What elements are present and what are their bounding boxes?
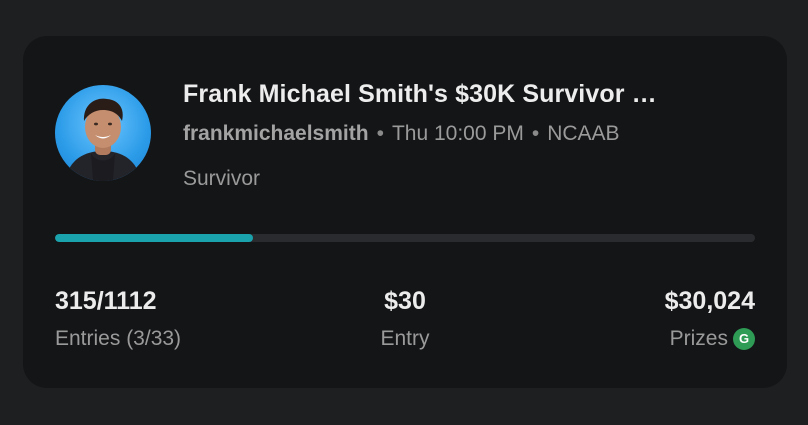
entries-progress-fill: [55, 234, 254, 242]
contest-meta-line: frankmichaelsmith • Thu 10:00 PM • NCAAB: [183, 122, 620, 146]
contest-league: NCAAB: [547, 122, 620, 145]
prizes-value: $30,024: [664, 287, 755, 315]
entries-value: 315/1112: [55, 287, 157, 315]
prizes-stat: $30,024 Prizes G: [665, 286, 755, 352]
meta-separator: •: [376, 122, 384, 145]
entries-label: Entries (3/33): [55, 327, 182, 350]
person-avatar-icon: [65, 98, 141, 181]
entry-fee-stat: $30 Entry: [305, 286, 505, 352]
entries-progress-bar: [55, 234, 755, 242]
prizes-label-row: Prizes G: [665, 326, 755, 352]
guaranteed-badge-icon[interactable]: G: [733, 328, 755, 350]
entry-fee-label: Entry: [380, 327, 430, 350]
host-avatar[interactable]: [55, 85, 151, 181]
host-username[interactable]: frankmichaelsmith: [183, 122, 369, 145]
contest-start-time: Thu 10:00 PM: [391, 122, 524, 145]
contest-format: Survivor: [183, 167, 261, 190]
contest-title[interactable]: Frank Michael Smith's $30K Survivor …: [183, 80, 657, 109]
entries-stat: 315/1112 Entries (3/33): [55, 286, 181, 352]
entry-fee-value: $30: [384, 287, 426, 315]
prizes-label: Prizes: [669, 327, 728, 350]
contest-card[interactable]: Frank Michael Smith's $30K Survivor … fr…: [23, 36, 787, 388]
meta-separator: •: [531, 122, 540, 145]
